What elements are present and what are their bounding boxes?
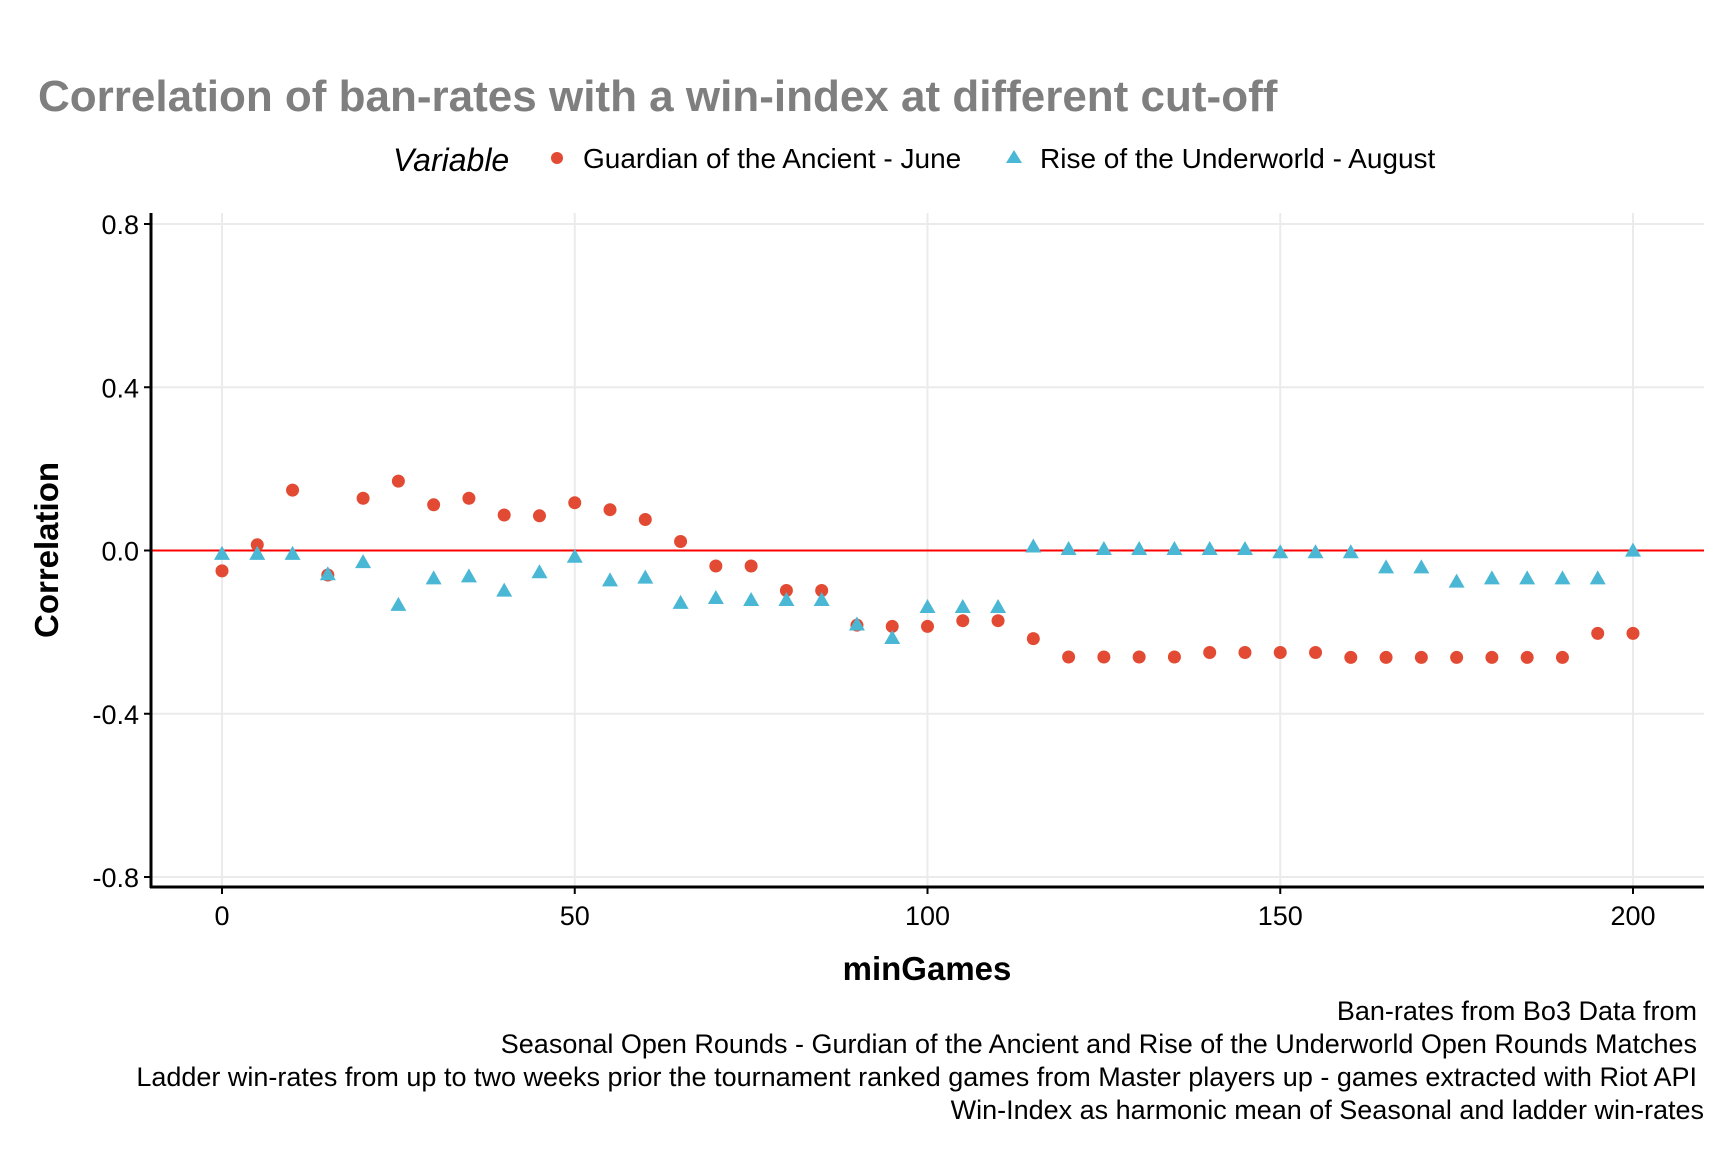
y-tick-label: 0.8 [101,210,139,240]
legend: Variable Guardian of the Ancient - June … [393,142,1436,178]
x-tick-label: 200 [1610,901,1655,931]
point-rise-august [1448,573,1465,588]
point-rise-august [813,592,830,607]
point-guardian-june [462,491,476,505]
point-guardian-june [1344,650,1358,664]
point-guardian-june [1097,650,1111,664]
point-guardian-june [956,614,970,628]
caption-line: Ban-rates from Bo3 Data from [1337,996,1697,1026]
y-tick-label: -0.8 [92,863,139,893]
point-rise-august [743,592,760,607]
point-rise-august [1589,570,1606,585]
point-rise-august [707,589,724,604]
point-rise-august [284,545,301,560]
point-guardian-june [532,509,546,523]
point-guardian-june [427,498,441,512]
point-rise-august [1166,541,1183,556]
point-rise-august [531,564,548,579]
point-rise-august [637,569,654,584]
legend-label-rise: Rise of the Underworld - August [1040,143,1436,174]
point-rise-august [214,545,230,560]
point-guardian-june [709,559,723,573]
point-rise-august [1131,541,1148,556]
legend-marker-guardian [551,152,563,164]
point-rise-august [919,598,936,613]
point-guardian-june [1167,650,1181,664]
y-axis-title: Correlation [28,462,65,638]
point-guardian-june [1203,646,1217,660]
y-tick-label: 0.4 [101,373,139,403]
point-rise-august [1060,541,1077,556]
point-guardian-june [991,614,1005,628]
point-rise-august [1095,541,1112,556]
x-axis-title: minGames [843,950,1012,987]
caption-line: Win-Index as harmonic mean of Seasonal a… [951,1095,1704,1125]
point-rise-august [496,582,513,597]
caption-line: Ladder win-rates from up to two weeks pr… [136,1062,1697,1092]
point-guardian-june [1238,646,1252,660]
chart: Correlation of ban-rates with a win-inde… [28,72,1704,1125]
point-rise-august [1378,559,1395,574]
point-guardian-june [1132,650,1146,664]
point-guardian-june [1379,650,1393,664]
point-rise-august [1519,570,1536,585]
point-rise-august [1554,570,1571,585]
point-guardian-june [1555,650,1569,664]
legend-label-guardian: Guardian of the Ancient - June [583,143,961,174]
point-rise-august [460,568,477,583]
x-tick-label: 100 [905,901,950,931]
point-rise-august [1236,541,1253,556]
point-guardian-june [391,474,405,488]
point-guardian-june [356,491,370,505]
point-guardian-june [603,503,617,517]
point-guardian-june [286,483,300,497]
point-rise-august [778,592,795,607]
point-guardian-june [1309,646,1323,660]
point-rise-august [1483,570,1500,585]
y-axis-ticks: 0.8 0.4 0.0 -0.4 -0.8 [92,210,151,893]
caption: Ban-rates from Bo3 Data fromSeasonal Ope… [136,996,1704,1125]
point-rise-august [425,570,442,585]
point-guardian-june [1414,650,1428,664]
point-rise-august [1413,559,1430,574]
legend-title: Variable [393,142,509,178]
point-guardian-june [215,564,229,578]
point-rise-august [1025,538,1042,553]
point-guardian-june [1485,650,1499,664]
point-guardian-june [1273,646,1287,660]
point-guardian-june [1626,626,1640,640]
point-guardian-june [1520,650,1534,664]
point-rise-august [884,629,901,644]
point-rise-august [602,572,619,587]
y-tick-label: 0.0 [101,537,139,567]
point-rise-august [672,594,689,609]
x-tick-label: 50 [560,901,590,931]
point-rise-august [954,598,971,613]
point-guardian-june [1591,626,1605,640]
point-rise-august [390,596,407,611]
point-guardian-june [1062,650,1076,664]
y-tick-label: -0.4 [92,700,139,730]
point-guardian-june [921,619,934,633]
point-rise-august [1201,541,1218,556]
point-rise-august [990,598,1007,613]
point-guardian-june [497,508,511,522]
legend-marker-rise [1006,150,1022,163]
caption-line: Seasonal Open Rounds - Gurdian of the An… [501,1029,1697,1059]
point-guardian-june [638,512,652,526]
x-tick-label: 0 [214,901,229,931]
point-guardian-june [1450,650,1464,664]
x-tick-label: 150 [1258,901,1303,931]
point-guardian-june [744,559,758,573]
x-axis-ticks: 0 50 100 150 200 [214,887,1656,931]
chart-title: Correlation of ban-rates with a win-inde… [38,72,1278,121]
point-guardian-june [1026,632,1040,646]
point-guardian-june [568,496,582,510]
point-guardian-june [674,535,688,549]
point-rise-august [355,554,372,569]
